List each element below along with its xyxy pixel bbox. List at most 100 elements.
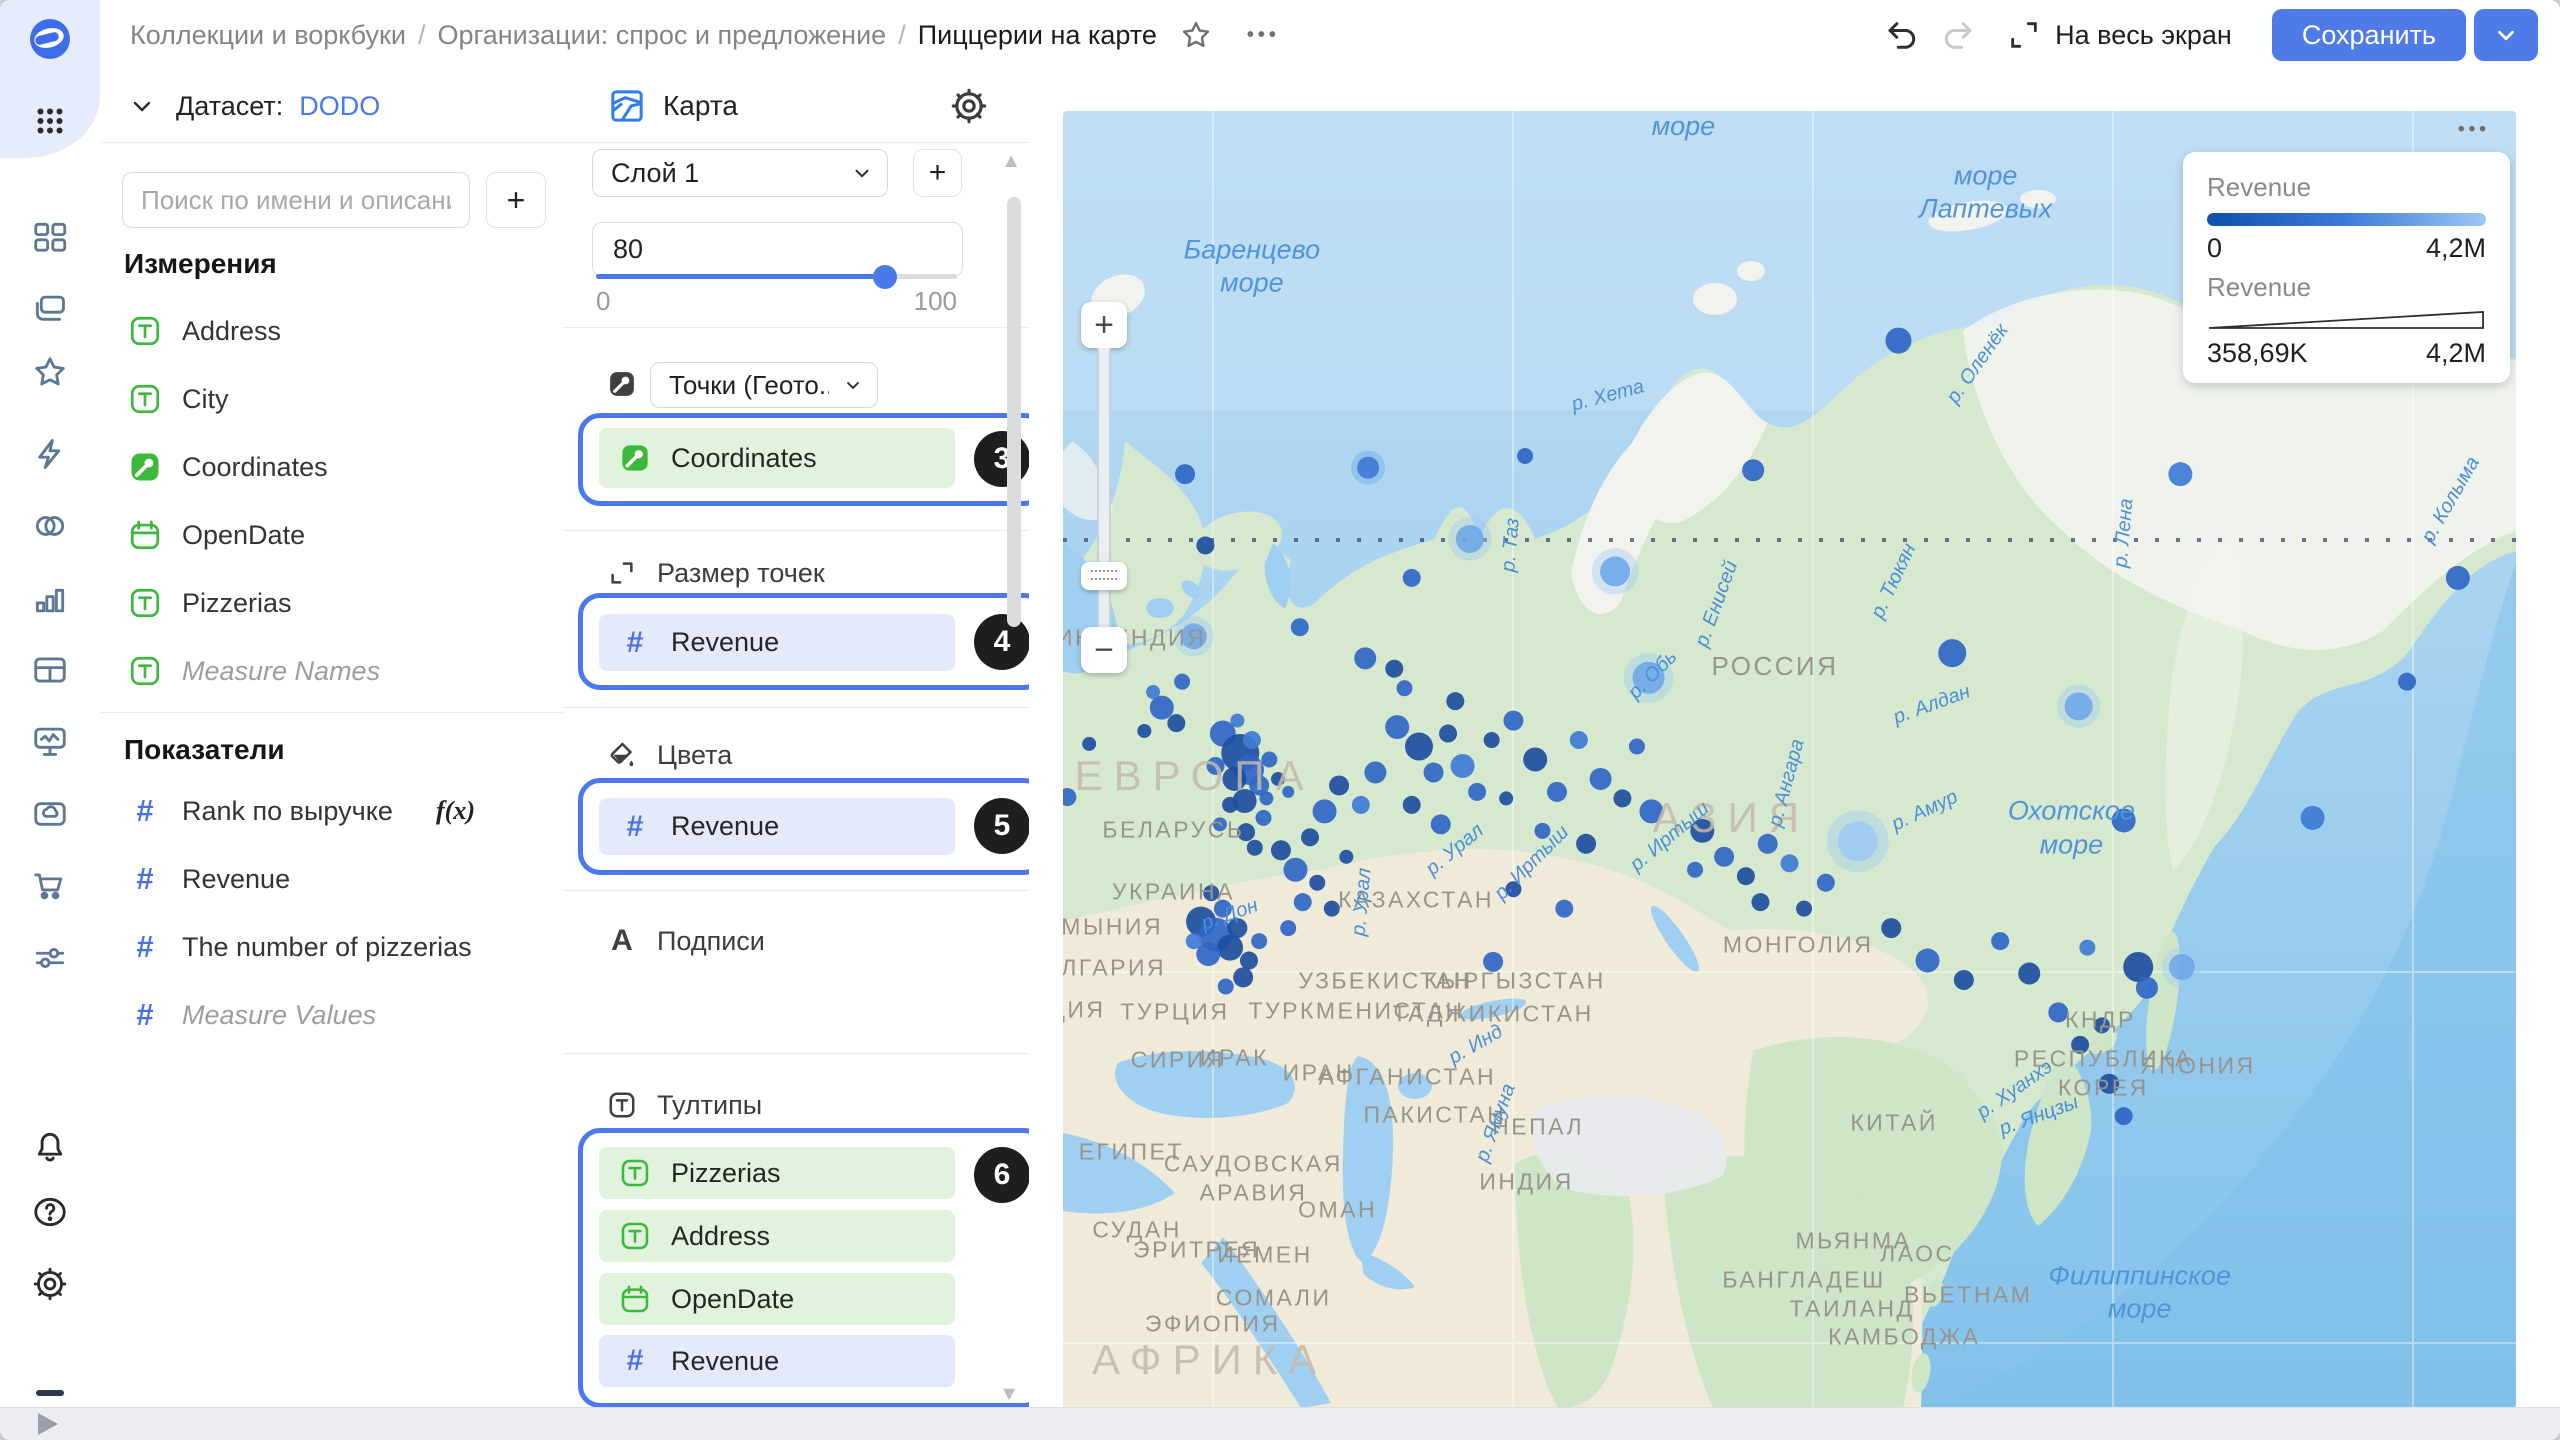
favorite-star-icon[interactable] [1179, 18, 1213, 52]
rail-datalens-logo-icon[interactable] [28, 17, 72, 61]
field-row-city[interactable]: City [110, 366, 553, 432]
add-layer-button[interactable]: + [913, 149, 962, 197]
tooltip-field-pill-address[interactable]: Address [599, 1210, 955, 1262]
rail-monitoring-icon[interactable] [28, 719, 72, 763]
dataset-label: Датасет: [176, 91, 283, 122]
zoom-slider-handle[interactable] [1081, 562, 1127, 590]
rail-help-icon[interactable] [28, 1190, 72, 1234]
rail-connections-icon[interactable] [28, 504, 72, 548]
legend-size-wedge [2207, 309, 2486, 331]
breadcrumb-more-icon[interactable]: ••• [1247, 24, 1280, 47]
add-field-button[interactable]: + [486, 172, 546, 228]
breadcrumb-item-1[interactable]: Организации: спрос и предложение [437, 20, 886, 51]
save-button[interactable]: Сохранить [2272, 9, 2466, 61]
colors-icon [607, 740, 637, 770]
opacity-max-label: 100 [914, 286, 957, 317]
field-label: Revenue [182, 864, 290, 895]
field-label: Coordinates [182, 452, 328, 483]
size-field-pill[interactable]: # Revenue [599, 614, 955, 671]
rail-storage-icon[interactable] [28, 792, 72, 836]
geotype-select[interactable]: Точки (Геото... [650, 362, 878, 408]
text-icon [128, 586, 162, 620]
field-row-the-number-of-pizzerias[interactable]: #The number of pizzerias [110, 914, 553, 980]
rail-editor-icon[interactable] [28, 432, 72, 476]
fullscreen-icon[interactable] [2003, 14, 2045, 56]
text-icon [128, 654, 162, 688]
breadcrumb-separator: / [898, 20, 906, 51]
map-canvas[interactable]: ЕВРОПААЗИЯАФРИКАРОССИЯМОНГОЛИЯКАЗАХСТАНУ… [1063, 111, 2516, 1408]
map-chart-icon [607, 86, 647, 126]
geopoints-field-pill[interactable]: Coordinates [599, 428, 955, 488]
app-window: Коллекции и воркбуки / Организации: спрос … [0, 0, 2560, 1440]
number-icon: # [128, 997, 162, 1033]
layer-opacity-input[interactable]: 80 [592, 222, 963, 277]
legend-color-gradient [2207, 213, 2486, 226]
legend-size-title: Revenue [2207, 272, 2486, 303]
viz-settings-gear-icon[interactable] [949, 86, 989, 126]
field-row-opendate[interactable]: OpenDate [110, 502, 553, 568]
chevron-down-icon [843, 375, 863, 395]
legend-color-max: 4,2M [2426, 233, 2486, 264]
layer-select[interactable]: Слой 1 [592, 149, 888, 197]
dataset-panel: Датасет: DODO + Измерения AddressCityCoo… [100, 70, 564, 1408]
search-input[interactable] [122, 172, 470, 228]
zoom-out-button[interactable]: − [1081, 627, 1127, 673]
field-label: OpenDate [671, 1284, 794, 1315]
labels-icon: A [607, 926, 637, 956]
step-badge-3: 3 [974, 431, 1030, 487]
field-row-pizzerias[interactable]: Pizzerias [110, 570, 553, 636]
breadcrumb-item-2[interactable]: Пиццерии на карте [918, 20, 1157, 51]
geo-icon [128, 450, 162, 484]
breadcrumb-item-0[interactable]: Коллекции и воркбуки [130, 20, 406, 51]
rail-dashboards-icon[interactable] [28, 215, 72, 259]
rail-services-icon[interactable] [28, 936, 72, 980]
rail-settings-icon[interactable] [28, 1262, 72, 1306]
rail-tables-icon[interactable] [28, 648, 72, 692]
rail-favorites-icon[interactable] [28, 350, 72, 394]
tooltip-field-pill-pizzerias[interactable]: Pizzerias [599, 1147, 955, 1199]
field-label: Coordinates [671, 443, 817, 474]
field-row-revenue[interactable]: #Revenue [110, 846, 553, 912]
rail-charts-icon[interactable] [28, 577, 72, 621]
map-more-icon[interactable]: ••• [2458, 119, 2490, 141]
chevron-down-icon [851, 162, 873, 184]
tooltip-field-pill-revenue[interactable]: #Revenue [599, 1335, 955, 1387]
field-row-coordinates[interactable]: Coordinates [110, 434, 553, 500]
run-play-icon[interactable] [38, 1413, 58, 1435]
collapse-dataset-icon[interactable] [130, 94, 154, 118]
field-row-rank-по-выручке[interactable]: #Rank по выручкеf(x) [110, 778, 553, 844]
tooltip-field-pill-opendate[interactable]: OpenDate [599, 1273, 955, 1325]
rail-apps-grid-icon[interactable] [28, 99, 72, 143]
dataset-name-link[interactable]: DODO [299, 91, 380, 122]
undo-icon[interactable] [1881, 14, 1923, 56]
redo-icon[interactable] [1937, 14, 1979, 56]
fullscreen-label[interactable]: На весь экран [2055, 20, 2232, 51]
opacity-slider[interactable] [596, 274, 957, 279]
geopoint-icon [607, 369, 637, 399]
collapse-rail-handle[interactable] [36, 1390, 64, 1396]
rail-notifications-icon[interactable] [28, 1125, 72, 1169]
field-row-measure-names[interactable]: Measure Names [110, 638, 553, 704]
field-label: Rank по выручке [182, 796, 393, 827]
legend-size-min: 358,69K [2207, 338, 2308, 369]
geo-icon [619, 442, 651, 474]
save-options-button[interactable] [2474, 9, 2538, 61]
field-label: Pizzerias [182, 588, 292, 619]
step-badge-6: 6 [974, 1147, 1030, 1203]
point-size-icon [607, 558, 637, 588]
number-icon: # [619, 626, 651, 660]
step-badge-4: 4 [974, 614, 1030, 670]
viz-panel-scrollbar[interactable] [1007, 170, 1021, 1394]
number-icon: # [128, 929, 162, 965]
opacity-slider-thumb[interactable] [873, 265, 897, 289]
colors-field-pill[interactable]: # Revenue [599, 798, 955, 855]
geotype-select-value: Точки (Геото... [669, 370, 829, 401]
measures-title: Показатели [124, 734, 285, 766]
rail-marketplace-icon[interactable] [28, 864, 72, 908]
colors-title: Цвета [657, 740, 732, 771]
rail-collections-icon[interactable] [28, 287, 72, 331]
field-label: Revenue [671, 1346, 779, 1377]
field-row-measure-values[interactable]: #Measure Values [110, 982, 553, 1048]
zoom-in-button[interactable]: + [1081, 302, 1127, 348]
field-row-address[interactable]: Address [110, 298, 553, 364]
